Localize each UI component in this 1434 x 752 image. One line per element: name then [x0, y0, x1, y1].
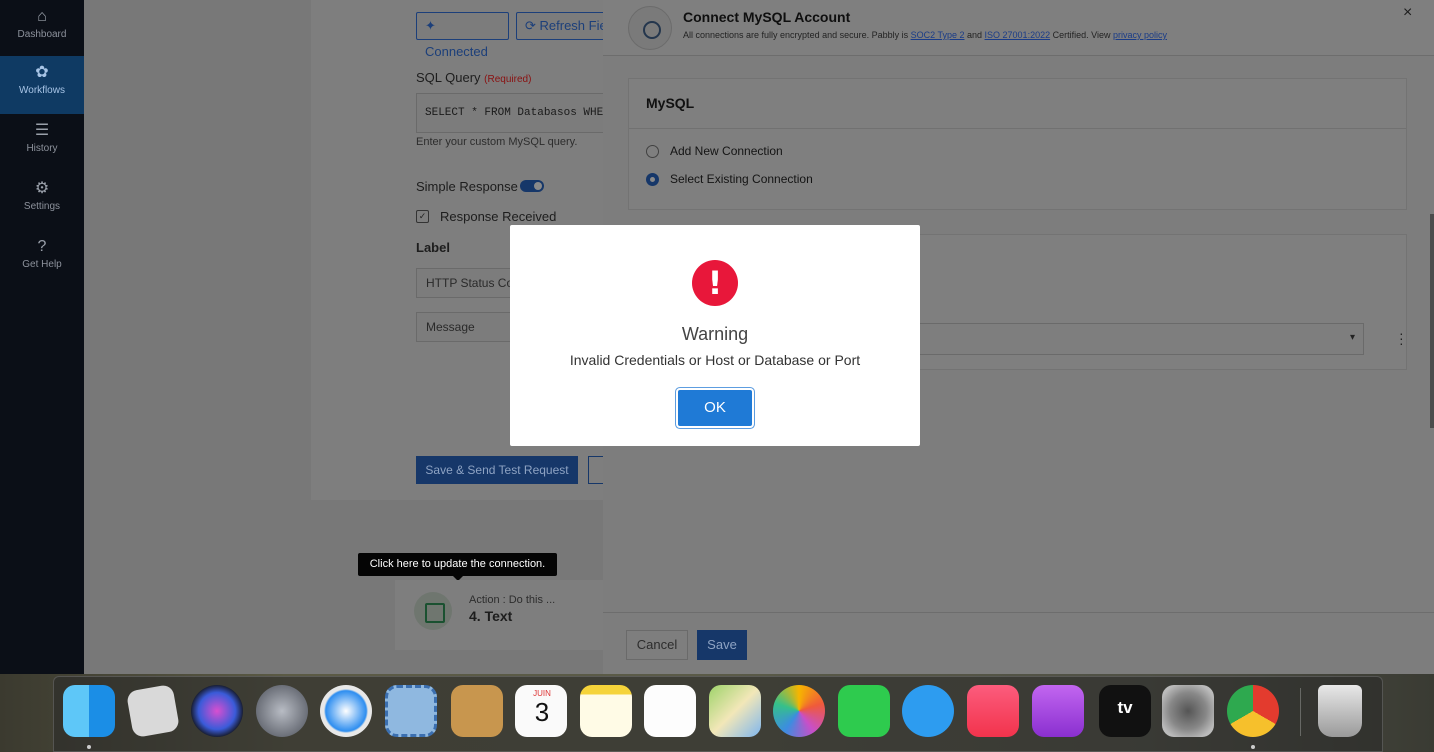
facetime-icon[interactable]	[838, 685, 890, 737]
subtitle-text: All connections are fully encrypted and …	[683, 30, 911, 40]
roblox-icon[interactable]	[125, 683, 181, 739]
contacts-icon[interactable]	[451, 685, 503, 737]
save-button[interactable]: Save	[697, 630, 747, 660]
reminders-icon[interactable]	[644, 685, 696, 737]
panel-footer: Cancel Save	[603, 612, 1434, 674]
music-icon[interactable]	[967, 685, 1019, 737]
launchpad-icon[interactable]	[256, 685, 308, 737]
mysql-logo-icon	[628, 6, 672, 50]
sidebar: ⌂ Dashboard ✿ Workflows ☰ History ⚙ Sett…	[0, 0, 84, 674]
question-icon: ?	[37, 238, 47, 255]
sidebar-item-label: Dashboard	[17, 29, 67, 40]
trash-icon[interactable]	[1318, 685, 1362, 737]
required-marker: (Required)	[484, 74, 532, 85]
running-indicator	[87, 745, 91, 749]
save-send-test-button[interactable]: Save & Send Test Request	[416, 456, 578, 484]
action-subtitle: Action : Do this ...	[469, 594, 556, 606]
photos-icon[interactable]	[773, 685, 825, 737]
sidebar-item-history[interactable]: ☰ History	[0, 114, 84, 170]
sidebar-item-label: History	[26, 143, 58, 154]
sidebar-item-label: Settings	[23, 201, 61, 212]
siri-icon[interactable]	[191, 685, 243, 737]
panel-scrollbar[interactable]	[1430, 214, 1434, 428]
simple-response-toggle[interactable]	[520, 180, 544, 192]
list-icon: ☰	[34, 122, 50, 139]
warning-icon: !	[692, 260, 738, 306]
maps-icon[interactable]	[709, 685, 761, 737]
response-received-checkbox[interactable]: ✓	[416, 210, 429, 223]
select-existing-connection-radio[interactable]	[646, 173, 659, 186]
subtitle-certified: Certified. View	[1050, 30, 1113, 40]
close-icon[interactable]: ×	[1403, 4, 1412, 22]
select-existing-connection-label[interactable]: Select Existing Connection	[670, 172, 813, 186]
workflow-icon: ✿	[35, 64, 49, 81]
sidebar-item-settings[interactable]: ⚙ Settings	[0, 172, 84, 228]
response-received-label: Response Received	[440, 209, 557, 224]
finder-icon[interactable]	[63, 685, 115, 737]
add-new-connection-radio[interactable]	[646, 145, 659, 158]
connection-select[interactable]	[919, 323, 1364, 355]
action-title: 4. Text	[469, 608, 513, 624]
mysql-connection-box: MySQL Add New Connection Select Existing…	[628, 78, 1407, 210]
dialog-title: Warning	[681, 324, 749, 344]
notes-icon[interactable]	[580, 685, 632, 737]
mail-icon[interactable]	[385, 685, 437, 737]
messages-icon[interactable]	[902, 685, 954, 737]
box-header: MySQL	[629, 79, 1406, 129]
panel-title: Connect MySQL Account	[683, 9, 851, 25]
subtitle-and: and	[964, 30, 985, 40]
home-icon: ⌂	[37, 8, 47, 25]
more-options-icon[interactable]: · · ·	[1399, 326, 1404, 350]
sql-query-label: SQL Query (Required)	[416, 70, 531, 85]
ok-button[interactable]: OK	[678, 390, 752, 426]
refresh-fields-button[interactable]: ⟳ Refresh Fiel	[516, 12, 608, 40]
apple-tv-label: tv	[1117, 698, 1133, 717]
update-connection-tooltip: Click here to update the connection.	[358, 553, 557, 581]
sql-query-label-text: SQL Query	[416, 70, 481, 85]
dock-separator	[1300, 688, 1301, 736]
add-new-connection-label[interactable]: Add New Connection	[670, 144, 783, 158]
calendar-day: 3	[534, 697, 550, 727]
safari-icon[interactable]	[320, 685, 372, 737]
simple-response-label: Simple Response	[416, 179, 518, 194]
gear-icon: ⚙	[34, 180, 50, 197]
connected-button[interactable]: ✦ Connected	[416, 12, 509, 59]
soc2-link[interactable]: SOC2 Type 2	[911, 30, 965, 40]
sidebar-item-workflows[interactable]: ✿ Workflows	[0, 56, 84, 114]
sql-query-hint: Enter your custom MySQL query.	[416, 136, 578, 148]
cancel-button[interactable]: Cancel	[626, 630, 688, 660]
sidebar-item-label: Get Help	[22, 259, 62, 270]
sql-query-input[interactable]: SELECT * FROM Databasos WHE	[416, 93, 606, 133]
section-title: MySQL	[646, 95, 695, 111]
dialog-message: Invalid Credentials or Host or Database …	[569, 352, 861, 368]
label-heading: Label	[416, 240, 450, 255]
podcasts-icon[interactable]	[1032, 685, 1084, 737]
iso-link[interactable]: ISO 27001:2022	[985, 30, 1051, 40]
sidebar-item-label: Workflows	[19, 85, 65, 96]
sidebar-item-get-help[interactable]: ? Get Help	[0, 230, 84, 286]
sidebar-item-dashboard[interactable]: ⌂ Dashboard	[0, 0, 84, 56]
chrome-icon[interactable]	[1227, 685, 1279, 737]
privacy-policy-link[interactable]: privacy policy	[1113, 30, 1167, 40]
warning-dialog: ! Warning Invalid Credentials or Host or…	[510, 225, 920, 446]
panel-subtitle: All connections are fully encrypted and …	[683, 30, 1167, 40]
running-indicator	[1251, 745, 1255, 749]
system-preferences-icon[interactable]	[1162, 685, 1214, 737]
panel-header: Connect MySQL Account All connections ar…	[603, 0, 1434, 56]
sheet-app-icon	[414, 592, 452, 630]
